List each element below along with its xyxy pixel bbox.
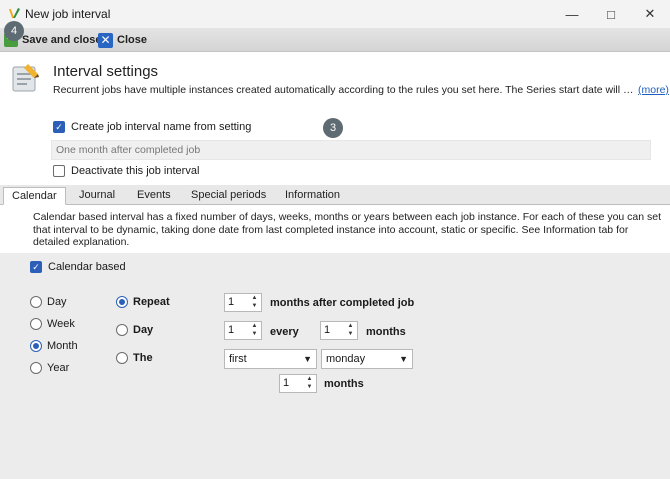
day-number-stepper[interactable]: 1 ▲ ▼ [224, 321, 262, 340]
checkbox-unchecked-icon [53, 165, 65, 177]
app-logo-icon [9, 8, 20, 18]
close-icon[interactable]: ✕ [630, 0, 670, 28]
period-label: Month [47, 340, 78, 352]
mode-label: Day [133, 324, 154, 336]
step-badge-4: 4 [4, 21, 24, 41]
repeat-months-stepper[interactable]: 1 ▲ ▼ [224, 293, 262, 312]
stepper-arrows-icon[interactable]: ▲ ▼ [250, 323, 259, 338]
radio-selected-icon [116, 296, 128, 308]
calendar-based-checkbox[interactable]: ✓ Calendar based [30, 261, 126, 273]
ordinal-value: first [229, 353, 247, 365]
stepper-value: 1 [324, 324, 331, 336]
create-name-label: Create job interval name from setting [71, 121, 252, 133]
the-months-stepper[interactable]: 1 ▲ ▼ [279, 374, 317, 393]
deactivate-interval-checkbox[interactable]: Deactivate this job interval [53, 165, 199, 177]
tab-strip: Calendar Journal Events Special periods … [0, 185, 670, 205]
save-and-close-label: Save and close [22, 34, 102, 46]
close-x-icon: ✕ [98, 32, 113, 48]
weekday-select[interactable]: monday ▼ [321, 349, 413, 369]
stepper-value: 1 [228, 296, 235, 308]
settings-document-icon [12, 64, 39, 92]
period-label: Year [47, 362, 70, 374]
section-title: Interval settings [53, 63, 159, 80]
ordinal-select[interactable]: first ▼ [224, 349, 317, 369]
deactivate-label: Deactivate this job interval [71, 165, 200, 177]
title-bar: New job interval — □ ✕ [0, 0, 670, 28]
radio-icon [116, 324, 128, 336]
close-label: Close [117, 34, 147, 46]
minimize-icon[interactable]: — [552, 0, 592, 28]
tab-events[interactable]: Events [129, 187, 179, 205]
radio-icon [30, 318, 42, 330]
radio-icon [30, 362, 42, 374]
calendar-settings-panel: ✓ Calendar based Day Week Month Year Rep… [0, 253, 670, 479]
mode-radio-day[interactable]: Day [116, 324, 153, 336]
tab-calendar[interactable]: Calendar [3, 187, 66, 205]
checkbox-checked-icon: ✓ [53, 121, 65, 133]
stepper-value: 1 [283, 377, 290, 389]
calendar-based-label: Calendar based [48, 261, 126, 273]
close-button[interactable]: ✕ Close [98, 31, 147, 49]
stepper-value: 1 [228, 324, 235, 336]
radio-selected-icon [30, 340, 42, 352]
radio-icon [30, 296, 42, 308]
tab-journal[interactable]: Journal [71, 187, 123, 205]
maximize-icon[interactable]: □ [591, 0, 631, 28]
day-months-label: months [366, 326, 406, 338]
tab-information[interactable]: Information [277, 187, 348, 205]
stepper-arrows-icon[interactable]: ▲ ▼ [305, 376, 314, 391]
period-radio-year[interactable]: Year [30, 362, 69, 374]
section-description: Recurrent jobs have multiple instances c… [53, 84, 635, 96]
radio-icon [116, 352, 128, 364]
period-label: Week [47, 318, 75, 330]
the-months-label: months [324, 378, 364, 390]
period-radio-week[interactable]: Week [30, 318, 75, 330]
checkbox-checked-icon: ✓ [30, 261, 42, 273]
mode-radio-repeat[interactable]: Repeat [116, 296, 170, 308]
period-radio-month[interactable]: Month [30, 340, 78, 352]
every-label: every [270, 326, 299, 338]
chevron-down-icon: ▼ [303, 354, 312, 364]
stepper-arrows-icon[interactable]: ▲ ▼ [250, 295, 259, 310]
mode-label: The [133, 352, 153, 364]
calendar-info-text: Calendar based interval has a fixed numb… [33, 211, 662, 248]
create-name-from-setting-checkbox[interactable]: ✓ Create job interval name from setting [53, 121, 251, 133]
toolbar: Save and close ✕ Close [0, 28, 670, 52]
repeat-suffix-label: months after completed job [270, 297, 415, 309]
window-title: New job interval [25, 7, 111, 21]
step-badge-3: 3 [323, 118, 343, 138]
day-months-stepper[interactable]: 1 ▲ ▼ [320, 321, 358, 340]
mode-label: Repeat [133, 296, 170, 308]
period-radio-day[interactable]: Day [30, 296, 67, 308]
tab-special-periods[interactable]: Special periods [183, 187, 274, 205]
chevron-down-icon: ▼ [399, 354, 408, 364]
stepper-arrows-icon[interactable]: ▲ ▼ [346, 323, 355, 338]
mode-radio-the[interactable]: The [116, 352, 153, 364]
calendar-info-panel: Calendar based interval has a fixed numb… [0, 205, 670, 253]
period-label: Day [47, 296, 67, 308]
weekday-value: monday [326, 353, 366, 365]
more-link[interactable]: (more) [638, 84, 669, 96]
interval-name-field[interactable]: One month after completed job [51, 140, 651, 160]
